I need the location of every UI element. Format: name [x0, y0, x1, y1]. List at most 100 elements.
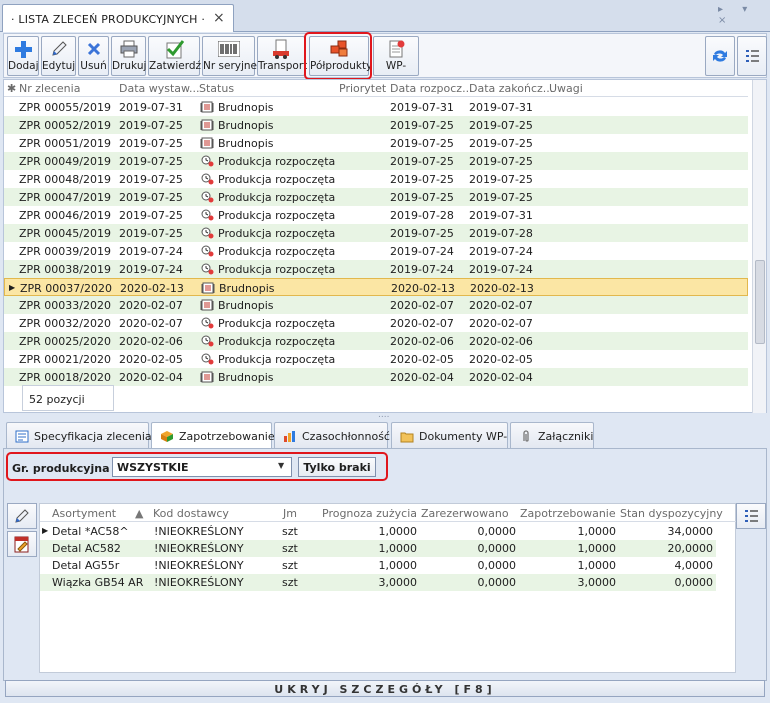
cell-data-wystawienia: 2020-02-07 [119, 317, 183, 330]
cell-kod-dostawcy: !NIEOKREŚLONY [154, 525, 244, 538]
window-controls[interactable]: ▸ ▾ × [718, 4, 770, 26]
col-zarezerwowano[interactable]: Zarezerwowano [421, 507, 509, 520]
cell-data-wystawienia: 2020-02-04 [119, 371, 183, 384]
table-row[interactable]: ZPR 00048/2019 2019-07-25 Produkcja rozpoc… [4, 170, 748, 188]
table-row[interactable]: ZPR 00051/2019 2019-07-25 Brudnopis 2019-07… [4, 134, 748, 152]
col-status[interactable]: Status [199, 82, 234, 95]
cell-stan: 20,0000 [667, 542, 714, 555]
table-row[interactable]: ZPR 00033/2020 2020-02-07 Brudnopis 2020-02… [4, 296, 748, 314]
cell-zapotrzebowanie: 1,0000 [577, 542, 617, 555]
col-jm[interactable]: Jm [283, 507, 297, 520]
cell-nr: ZPR 00052/2019 [19, 119, 112, 132]
specification-icon [15, 430, 29, 443]
cell-data-zakonczenia: 2019-07-31 [469, 209, 533, 222]
scrollbar-thumb[interactable] [755, 260, 765, 344]
col-stan[interactable]: Stan dyspozycyjny [620, 507, 723, 520]
draft-notebook-icon [200, 119, 214, 131]
current-row-indicator-icon: ▶ [9, 283, 16, 292]
table-row[interactable]: ZPR 00046/2019 2019-07-25 Produkcja rozpoc… [4, 206, 748, 224]
cell-zarezerwowano: 0,0000 [477, 559, 517, 572]
tab-specyfikacja[interactable]: Specyfikacja zlecenia [6, 422, 152, 448]
cell-zapotrzebowanie: 3,0000 [577, 576, 617, 589]
table-row[interactable]: ZPR 00049/2019 2019-07-25 Produkcja rozpoc… [4, 152, 748, 170]
table-row[interactable]: ▶ Detal *AC58^ !NIEOKREŚLONY szt 1,0000 0,000… [40, 523, 716, 540]
production-orders-grid: ✱ Nr zlecenia Data wystaw... Status Prio… [3, 79, 767, 413]
transport-button[interactable]: Transport [257, 36, 307, 76]
col-prognoza[interactable]: Prognoza zużycia [322, 507, 417, 520]
edit-button[interactable]: Edytuj [41, 36, 76, 76]
demand-icon [161, 431, 173, 442]
tab-zapotrzebowanie[interactable]: Zapotrzebowanie [151, 422, 275, 449]
table-row[interactable]: ZPR 00025/2020 2020-02-06 Produkcja rozpoc… [4, 332, 748, 350]
approve-button[interactable]: Zatwierdź [148, 36, 201, 76]
cell-data-wystawienia: 2020-02-13 [120, 282, 184, 295]
col-data-rozpoczecia[interactable]: Data rozpocz... [390, 82, 473, 95]
cell-zapotrzebowanie: 1,0000 [577, 559, 617, 572]
close-icon[interactable]: × [213, 10, 225, 26]
table-row[interactable]: ▶ ZPR 00037/2020 2020-02-13 Brudnopis 2020-0… [4, 278, 748, 296]
vertical-scrollbar[interactable] [752, 80, 766, 413]
table-row[interactable]: ZPR 00021/2020 2020-02-05 Produkcja rozpoc… [4, 350, 748, 368]
table-row[interactable]: ZPR 00039/2019 2019-07-24 Produkcja rozpoc… [4, 242, 748, 260]
cell-data-zakonczenia: 2020-02-06 [469, 335, 533, 348]
cell-nr: ZPR 00045/2019 [19, 227, 112, 240]
refresh-button[interactable] [705, 36, 735, 76]
col-zapotrzebowanie[interactable]: Zapotrzebowanie [520, 507, 616, 520]
cell-data-zakonczenia: 2019-07-25 [469, 173, 533, 186]
wp-document-button[interactable]: WP- [373, 36, 419, 76]
cell-nr: ZPR 00032/2020 [19, 317, 112, 330]
table-row[interactable]: ZPR 00055/2019 2019-07-31 Brudnopis 2019-07… [4, 98, 748, 116]
table-row[interactable]: Detal AC582 !NIEOKREŚLONY szt 1,0000 0,0000 1… [40, 540, 716, 557]
cell-status: Brudnopis [200, 119, 274, 132]
hide-details-button[interactable]: UKRYJ SZCZEGÓŁY [F8] [5, 680, 765, 697]
table-row[interactable]: ZPR 00018/2020 2020-02-04 Brudnopis 2020-02… [4, 368, 748, 386]
tab-title: · LISTA ZLECEŃ PRODUKCYJNYCH · [11, 13, 206, 26]
add-button[interactable]: Dodaj [7, 36, 39, 76]
refresh-icon [713, 50, 727, 62]
cell-status: Produkcja rozpoczęta [200, 209, 335, 222]
cell-data-wystawienia: 2019-07-25 [119, 209, 183, 222]
table-row[interactable]: ZPR 00032/2020 2020-02-07 Produkcja rozpoc… [4, 314, 748, 332]
table-row[interactable]: ZPR 00038/2019 2019-07-24 Produkcja rozpoc… [4, 260, 748, 278]
approve-check-icon [149, 39, 199, 59]
tab-czasochlonnosc[interactable]: Czasochłonność [274, 422, 390, 448]
wp-document-icon [374, 39, 418, 59]
col-nr[interactable]: Nr zlecenia [19, 82, 80, 95]
print-button[interactable]: Drukuj [111, 36, 146, 76]
cell-status: Produkcja rozpoczęta [200, 227, 335, 240]
col-data-wystawienia[interactable]: Data wystaw... [119, 82, 200, 95]
serial-numbers-button[interactable]: Nr seryjne [202, 36, 257, 76]
cell-data-zakonczenia: 2019-07-25 [469, 191, 533, 204]
cell-status: Brudnopis [200, 371, 274, 384]
column-chooser-button[interactable] [737, 36, 767, 76]
production-started-icon [201, 335, 214, 347]
table-row[interactable]: ZPR 00045/2019 2019-07-25 Produkcja rozpoc… [4, 224, 748, 242]
detail-document-button[interactable] [7, 531, 37, 557]
table-row[interactable]: Detal AG55r !NIEOKREŚLONY szt 1,0000 0,0000 1… [40, 557, 716, 574]
production-started-icon [201, 245, 214, 257]
cell-asortyment: Detal AG55r [52, 559, 120, 572]
col-kod-dostawcy[interactable]: Kod dostawcy [153, 507, 229, 520]
col-asortyment[interactable]: Asortyment [52, 507, 116, 520]
current-row-indicator-icon: ▶ [42, 526, 49, 535]
col-uwagi[interactable]: Uwagi [549, 82, 583, 95]
table-row[interactable]: Wiązka GB54 AR !NIEOKREŚLONY szt 3,0000 0,00… [40, 574, 716, 591]
delete-button[interactable]: Usuń [78, 36, 109, 76]
production-started-icon [201, 173, 214, 185]
tab-dokumenty-wp[interactable]: Dokumenty WP- [391, 422, 508, 448]
detail-edit-button[interactable] [7, 503, 37, 529]
col-priorytet[interactable]: Priorytet [339, 82, 386, 95]
tab-production-orders[interactable]: · LISTA ZLECEŃ PRODUKCYJNYCH · × [2, 4, 234, 32]
cell-status: Brudnopis [200, 299, 274, 312]
cell-status: Brudnopis [201, 282, 275, 295]
cell-data-rozpoczecia: 2019-07-25 [390, 137, 454, 150]
table-row[interactable]: ZPR 00047/2019 2019-07-25 Produkcja rozpoc… [4, 188, 748, 206]
panel-splitter[interactable]: .... [3, 410, 767, 420]
demand-column-chooser-button[interactable] [736, 503, 766, 529]
draft-notebook-icon [201, 282, 215, 294]
tab-zalaczniki[interactable]: Załączniki [510, 422, 594, 448]
table-row[interactable]: ZPR 00052/2019 2019-07-25 Brudnopis 2019-07… [4, 116, 748, 134]
folder-icon [400, 432, 414, 443]
toolbar: Dodaj Edytuj Usuń Drukuj Zatwierdź Nr se… [3, 33, 767, 78]
col-data-zakonczenia[interactable]: Data zakończ... [469, 82, 553, 95]
